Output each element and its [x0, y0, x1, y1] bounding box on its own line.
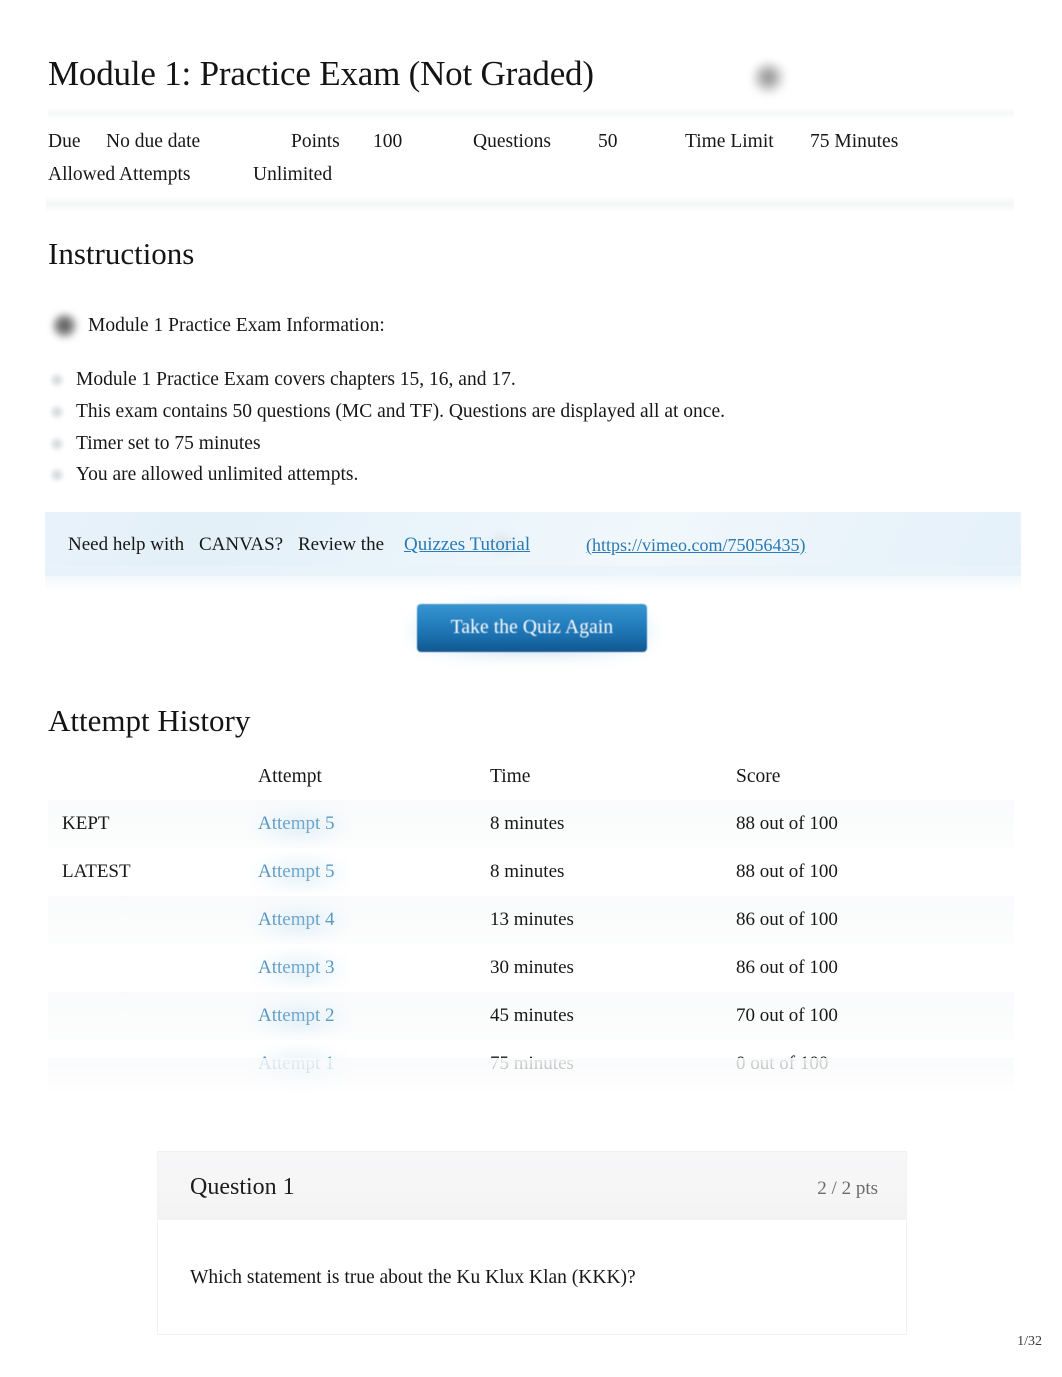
list-item: You are allowed unlimited attempts.	[48, 459, 988, 491]
attempt-score: 86 out of 100	[736, 896, 1014, 944]
points-label: Points	[291, 131, 340, 152]
bullet-icon	[50, 436, 64, 451]
list-item-text: Timer set to 75 minutes	[76, 432, 261, 454]
attempt-time: 30 minutes	[490, 944, 736, 992]
attempt-history-heading: Attempt History	[48, 703, 251, 738]
table-row: Attempt 3 30 minutes 86 out of 100	[48, 944, 1014, 992]
table-row: Attempt 4 13 minutes 86 out of 100	[48, 896, 1014, 944]
quizzes-tutorial-link[interactable]: Quizzes Tutorial	[404, 532, 530, 558]
attempt-link-cell[interactable]: Attempt 5	[252, 848, 490, 896]
attempt-score: 86 out of 100	[736, 944, 1014, 992]
list-item-text: This exam contains 50 questions (MC and …	[76, 400, 725, 422]
header-divider-top	[48, 108, 1014, 119]
question-number: Question 1	[190, 1174, 295, 1200]
time-limit-label: Time Limit	[685, 131, 774, 152]
bullet-icon	[50, 373, 64, 387]
attempt-link-cell[interactable]: Attempt 3	[252, 944, 490, 992]
instructions-heading: Instructions	[48, 236, 195, 271]
attempt-score: 88 out of 100	[736, 800, 1014, 848]
attempt-flag: KEPT	[48, 800, 258, 848]
attempt-time: 45 minutes	[490, 992, 736, 1040]
attempt-flag	[48, 992, 258, 1040]
help-text-part-1: Need help with	[68, 534, 185, 555]
table-footer-band	[48, 1058, 1014, 1092]
attempt-score: 70 out of 100	[736, 992, 1014, 1040]
attempt-link-cell[interactable]: Attempt 4	[252, 896, 490, 944]
column-header-flag	[48, 760, 258, 800]
published-status-icon	[752, 62, 786, 96]
question-card-header: Question 1 2 / 2 pts	[158, 1152, 906, 1220]
quiz-results-page: Module 1: Practice Exam (Not Graded) Due…	[0, 0, 1062, 1377]
column-header-score: Score	[736, 766, 781, 787]
attempt-link-cell[interactable]: Attempt 5	[252, 800, 490, 848]
attempt-link[interactable]: Attempt 3	[258, 957, 335, 978]
bullet-icon	[50, 468, 64, 483]
attempt-link[interactable]: Attempt 2	[258, 1005, 335, 1026]
column-header-time: Time	[490, 766, 531, 787]
questions-value: 50	[598, 131, 618, 152]
take-quiz-again-button[interactable]: Take the Quiz Again	[417, 604, 647, 652]
time-limit-value: 75 Minutes	[810, 131, 899, 152]
attempt-flag: LATEST	[48, 848, 258, 896]
list-item-text: You are allowed unlimited attempts.	[76, 464, 359, 486]
allowed-attempts-label: Allowed Attempts	[48, 164, 191, 185]
attempt-time: 13 minutes	[490, 896, 736, 944]
instructions-lead-text: Module 1 Practice Exam Information:	[88, 315, 385, 336]
attempt-flag	[48, 944, 258, 992]
attempt-flag	[48, 896, 258, 944]
list-item: This exam contains 50 questions (MC and …	[48, 396, 988, 428]
attempt-history-table: Attempt Time Score KEPT Attempt 5 8 minu…	[48, 760, 1014, 1088]
bullet-icon	[50, 404, 64, 419]
page-title: Module 1: Practice Exam (Not Graded)	[48, 54, 594, 93]
page-number: 1/32	[1017, 1334, 1042, 1349]
header-divider-bottom	[46, 196, 1014, 212]
table-row: Attempt 2 45 minutes 70 out of 100	[48, 992, 1014, 1040]
question-points: 2 / 2 pts	[817, 1178, 878, 1199]
questions-label: Questions	[473, 131, 551, 152]
table-row: KEPT Attempt 5 8 minutes 88 out of 100	[48, 800, 1014, 848]
quizzes-tutorial-url[interactable]: (https://vimeo.com/75056435)	[586, 532, 805, 558]
instructions-list: Module 1 Practice Exam covers chapters 1…	[48, 364, 988, 491]
allowed-attempts-value: Unlimited	[253, 164, 333, 185]
bullet-icon	[52, 313, 78, 339]
list-item: Timer set to 75 minutes	[48, 428, 988, 460]
table-row: LATEST Attempt 5 8 minutes 88 out of 100	[48, 848, 1014, 896]
attempt-score: 88 out of 100	[736, 848, 1014, 896]
help-text-canvas: CANVAS?	[199, 534, 284, 555]
attempt-link-cell[interactable]: Attempt 2	[252, 992, 490, 1040]
attempt-link[interactable]: Attempt 4	[258, 909, 335, 930]
points-value: 100	[373, 131, 403, 152]
list-item-text: Module 1 Practice Exam covers chapters 1…	[76, 369, 516, 390]
due-value: No due date	[106, 131, 201, 152]
help-callout-glow	[45, 566, 1021, 592]
due-label: Due	[48, 131, 81, 152]
attempt-link[interactable]: Attempt 5	[258, 813, 335, 834]
attempt-time: 8 minutes	[490, 848, 736, 896]
attempt-link[interactable]: Attempt 5	[258, 861, 335, 882]
help-text-part-3: Review the	[298, 534, 385, 555]
list-item: Module 1 Practice Exam covers chapters 1…	[48, 364, 988, 396]
attempt-time: 8 minutes	[490, 800, 736, 848]
table-header-row: Attempt Time Score	[48, 760, 1014, 800]
question-text: Which statement is true about the Ku Klu…	[190, 1267, 636, 1288]
column-header-attempt: Attempt	[258, 766, 322, 787]
question-card: Question 1 2 / 2 pts Which statement is …	[158, 1152, 906, 1334]
